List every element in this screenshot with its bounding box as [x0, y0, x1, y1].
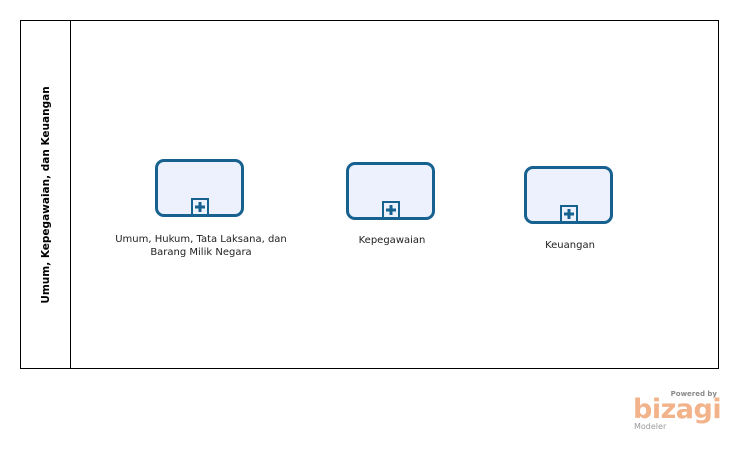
collapsed-subprocess-plus-icon[interactable]: [381, 201, 400, 219]
subprocess-kepegawaian[interactable]: [346, 162, 435, 220]
subprocess-keuangan[interactable]: [524, 166, 613, 224]
bizagi-wordmark: bizagi: [633, 394, 722, 425]
modeler-text: Modeler: [634, 422, 667, 431]
subprocess-umum-hukum[interactable]: [155, 159, 244, 217]
label-line-2: Barang Milik Negara: [150, 247, 252, 258]
collapsed-subprocess-plus-icon[interactable]: [559, 205, 578, 223]
subprocess-kepegawaian-label: Kepegawaian: [358, 235, 426, 246]
lane-title: Umum, Kepegawaian, dan Keuangan: [40, 86, 52, 304]
subprocess-umum-hukum-label: Umum, Hukum, Tata Laksana, dan Barang Mi…: [115, 233, 287, 259]
subprocess-keuangan-label: Keuangan: [545, 240, 595, 251]
label-line-1: Umum, Hukum, Tata Laksana, dan: [115, 234, 287, 245]
bizagi-logo: Powered by bizagi Modeler: [633, 390, 723, 435]
collapsed-subprocess-plus-icon[interactable]: [190, 198, 209, 216]
lane-header[interactable]: Umum, Kepegawaian, dan Keuangan: [21, 21, 71, 368]
